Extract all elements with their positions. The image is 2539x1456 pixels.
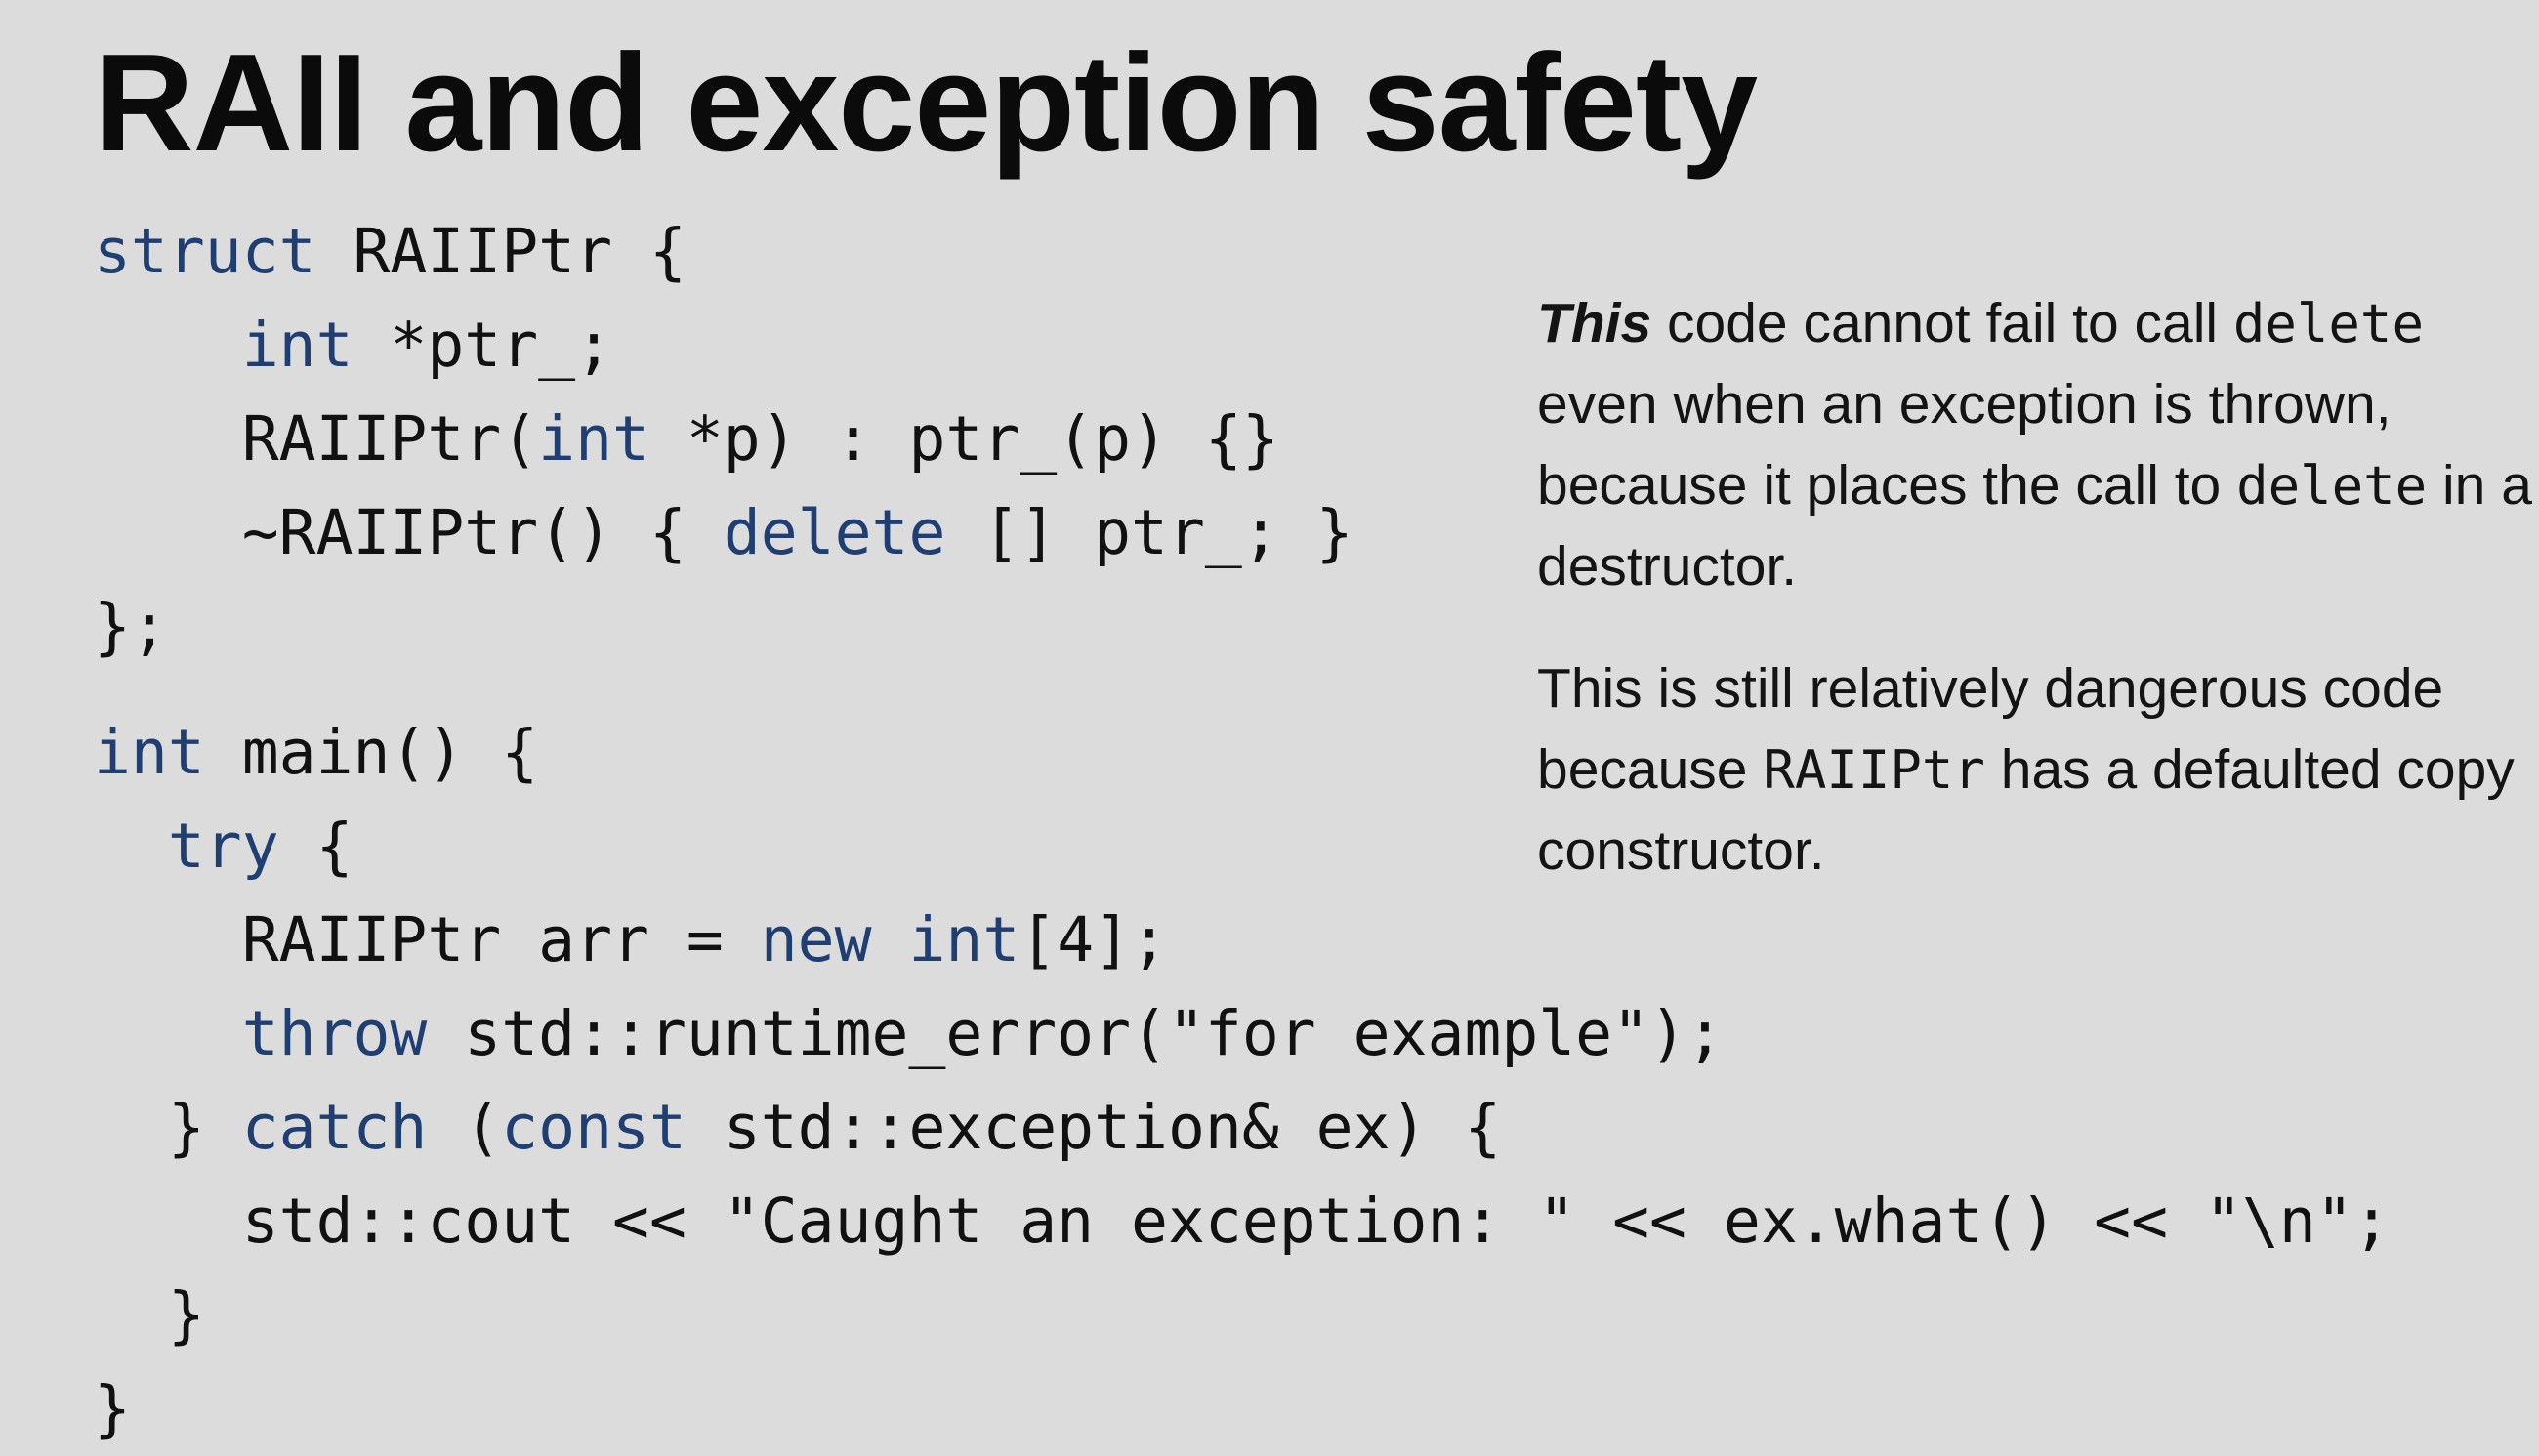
code-keyword: throw <box>241 998 428 1069</box>
code-text: main() { <box>204 717 539 788</box>
code-text: [] ptr_; } <box>945 497 1353 568</box>
code-line-1: struct RAIIPtr { <box>94 205 687 299</box>
code-keyword: struct <box>94 216 316 287</box>
code-text: { <box>278 811 354 882</box>
code-text: ( <box>427 1092 502 1163</box>
code-text: RAIIPtr { <box>315 216 687 287</box>
code-keyword: int <box>94 717 205 788</box>
code-text: ~RAIIPtr() { <box>241 497 724 568</box>
code-line-10: } catch (const std::exception& ex) { <box>94 1081 1501 1175</box>
code-text: } <box>167 1092 242 1163</box>
code-line-13: } <box>94 1362 131 1456</box>
code-text: std::exception& ex) { <box>686 1092 1502 1163</box>
code-text: RAIIPtr arr = <box>241 904 761 976</box>
note-code-term: RAIIPtr <box>1763 739 1985 801</box>
code-keyword: catch <box>241 1092 428 1163</box>
code-line-2: int *ptr_; <box>94 299 612 393</box>
code-keyword: const <box>501 1092 687 1163</box>
code-line-3: RAIIPtr(int *p) : ptr_(p) {} <box>94 393 1279 486</box>
code-line-8: RAIIPtr arr = new int[4]; <box>94 894 1168 987</box>
code-text: *ptr_; <box>353 310 613 381</box>
code-keyword: new <box>760 904 872 976</box>
code-text: *p) : ptr_(p) {} <box>648 403 1279 475</box>
note-code-term: delete <box>2232 293 2424 354</box>
note-paragraph-2: This is still relatively dangerous code … <box>1537 648 2539 892</box>
explanation-note: This code cannot fail to call delete eve… <box>1537 283 2539 892</box>
code-keyword: int <box>908 904 1020 976</box>
code-text: } <box>167 1279 205 1351</box>
code-line-9: throw std::runtime_error("for example"); <box>94 987 1724 1081</box>
code-line-5: }; <box>94 580 168 674</box>
code-keyword: delete <box>723 497 946 568</box>
code-line-7: try { <box>94 800 354 894</box>
code-line-6: int main() { <box>94 706 538 800</box>
code-keyword: try <box>167 811 279 882</box>
code-text: }; <box>94 591 168 662</box>
code-keyword: int <box>538 403 649 475</box>
note-emphasis: This <box>1537 292 1652 354</box>
code-line-11: std::cout << "Caught an exception: " << … <box>94 1175 2391 1269</box>
note-paragraph-1: This code cannot fail to call delete eve… <box>1537 283 2539 607</box>
code-text: std::runtime_error("for example"); <box>427 998 1724 1069</box>
code-text: RAIIPtr( <box>241 403 539 475</box>
code-text: [4]; <box>1020 904 1168 976</box>
code-text: std::cout << "Caught an exception: " << … <box>241 1186 2391 1257</box>
code-text: } <box>94 1373 131 1444</box>
slide-title: RAII and exception safety <box>94 25 1758 181</box>
code-line-4: ~RAIIPtr() { delete [] ptr_; } <box>94 486 1353 580</box>
code-keyword: int <box>241 310 354 381</box>
note-text: code cannot fail to call <box>1651 292 2233 354</box>
code-line-12: } <box>94 1269 205 1362</box>
slide: RAII and exception safety struct RAIIPtr… <box>0 0 2539 1445</box>
note-code-term: delete <box>2236 455 2428 517</box>
